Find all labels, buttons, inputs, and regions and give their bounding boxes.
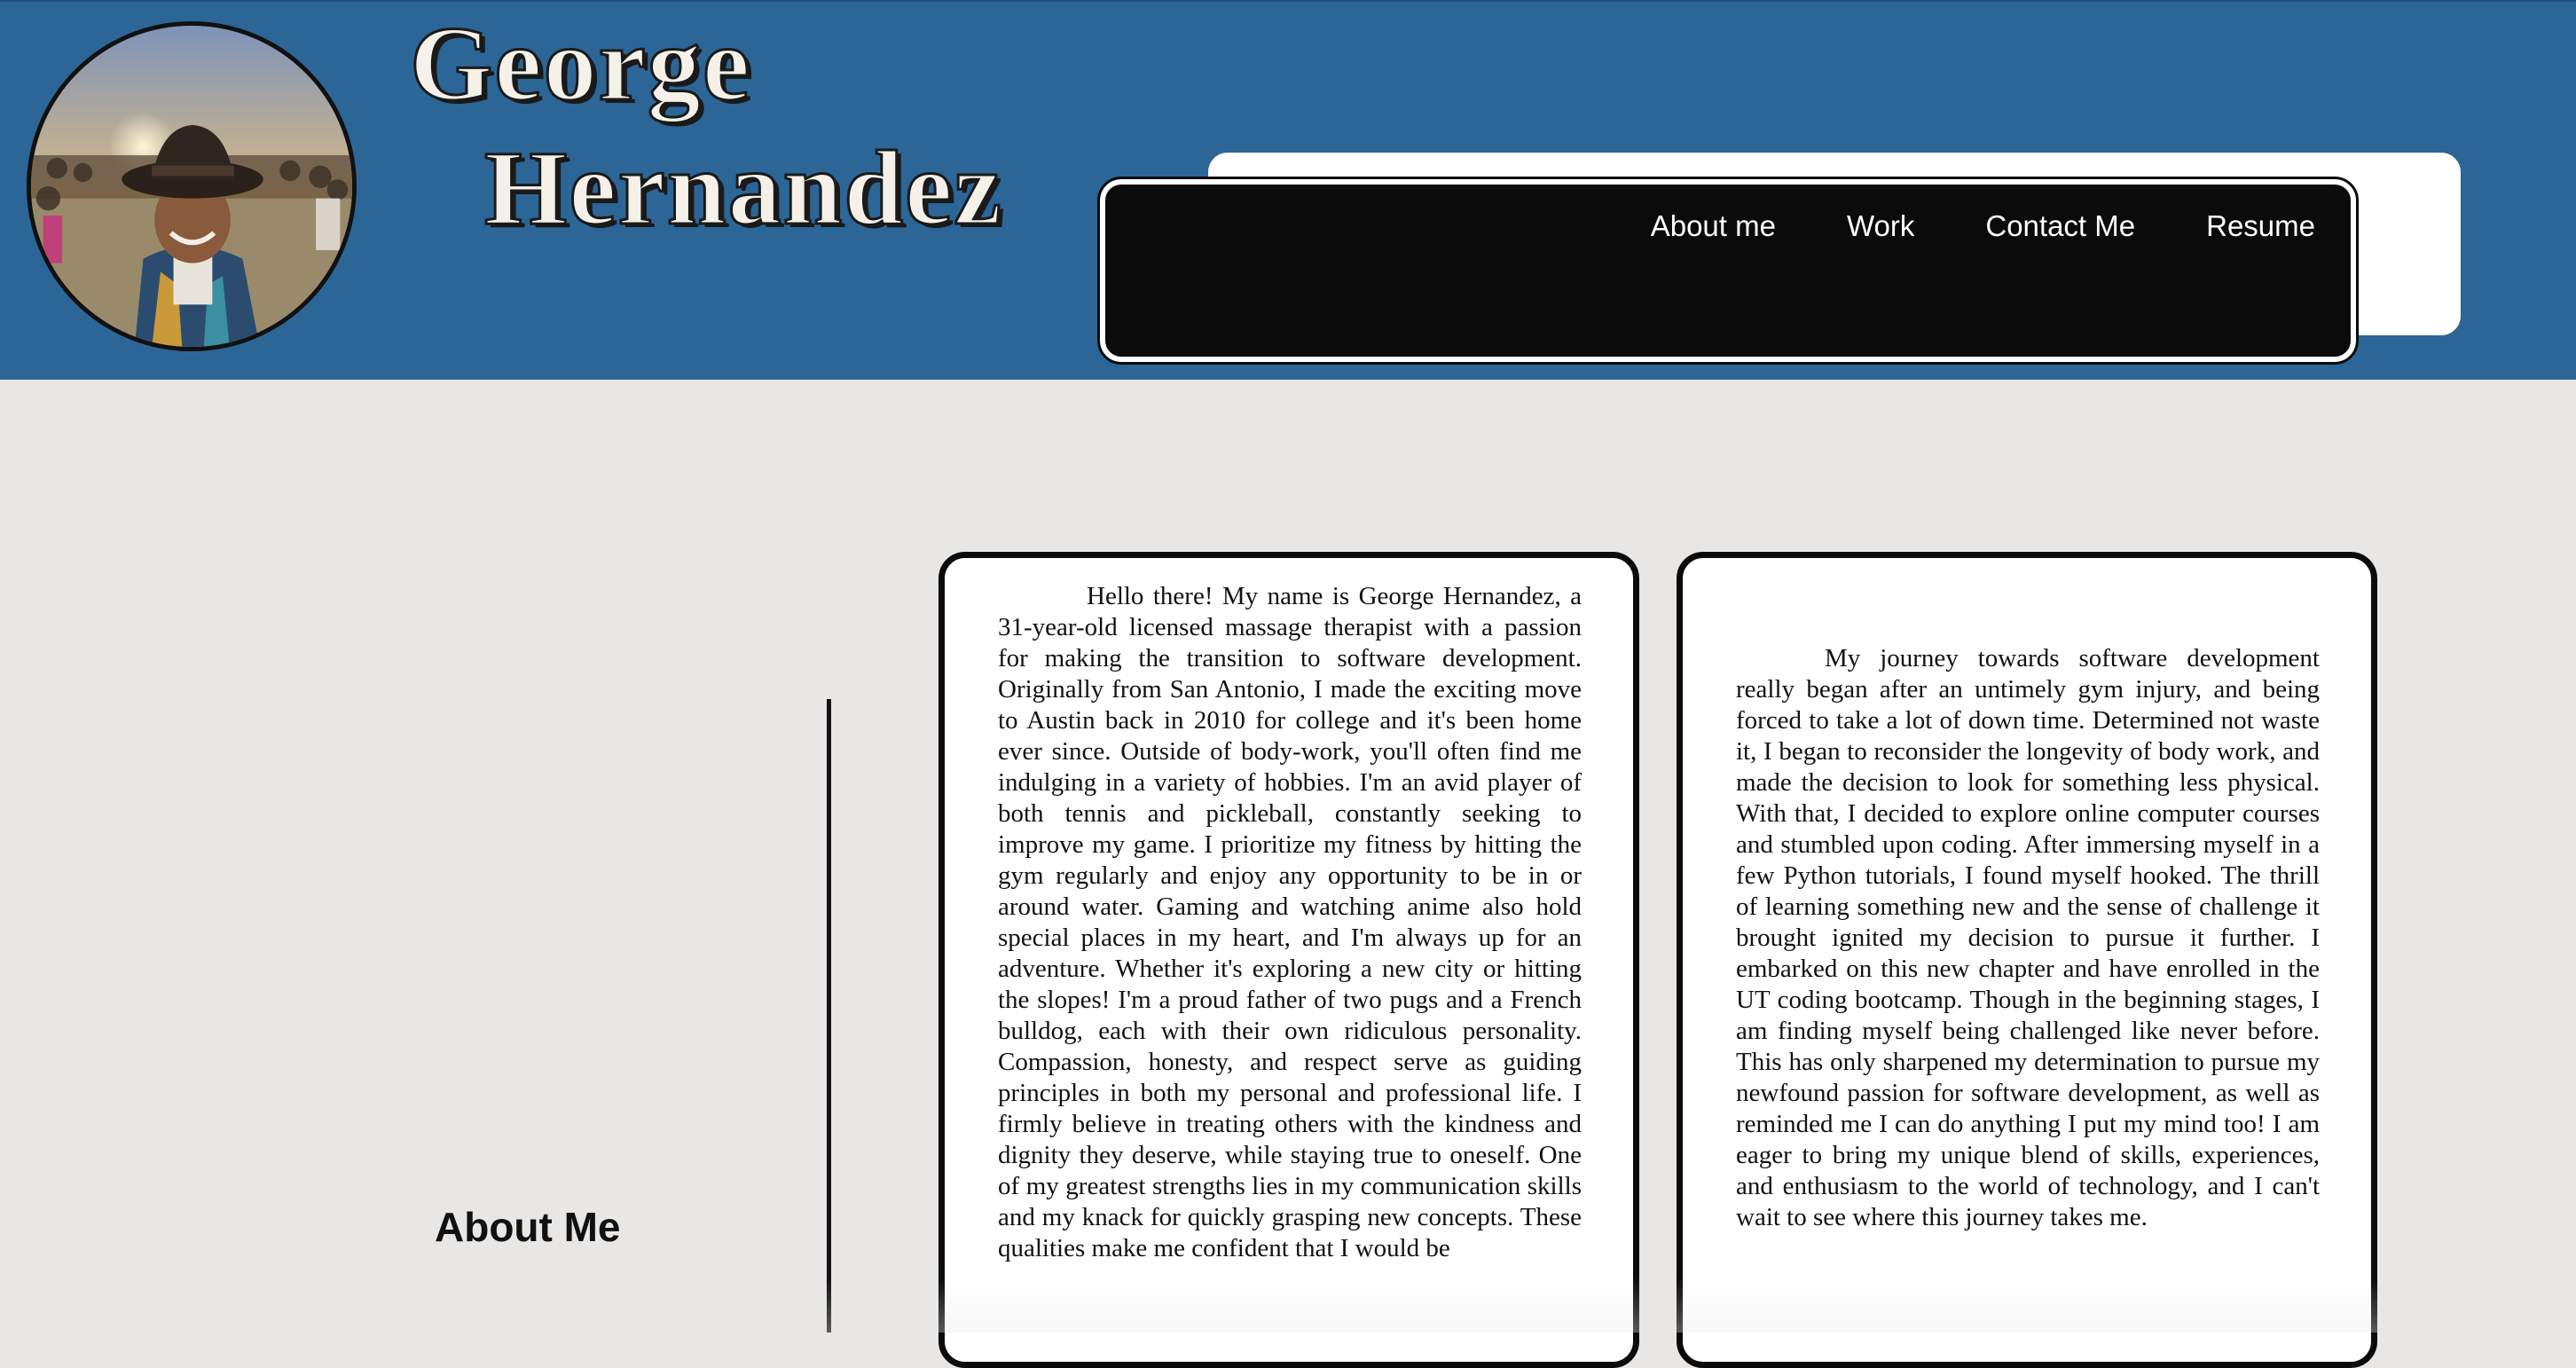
main-nav: About me Work Contact Me Resume — [1097, 177, 2359, 365]
profile-photo — [31, 26, 352, 347]
about-card-journey: My journey towards software development … — [1677, 552, 2377, 1368]
site-title: George Hernandez — [408, 2, 1003, 250]
site-header: George Hernandez About me Work Contact M… — [0, 0, 2576, 380]
title-last-name: Hernandez — [483, 128, 1003, 248]
nav-link-resume[interactable]: Resume — [2206, 209, 2315, 243]
about-heading: About Me — [435, 1204, 621, 1250]
section-divider — [827, 699, 831, 1333]
nav-link-about[interactable]: About me — [1651, 209, 1776, 243]
about-paragraph-intro: Hello there! My name is George Hernandez… — [998, 582, 1582, 1262]
profile-avatar — [27, 21, 357, 351]
nav-link-work[interactable]: Work — [1847, 209, 1914, 243]
about-card-intro: Hello there! My name is George Hernandez… — [939, 552, 1639, 1368]
about-paragraph-journey: My journey towards software development … — [1736, 644, 2320, 1231]
title-first-name: George — [408, 4, 752, 124]
nav-link-contact[interactable]: Contact Me — [1985, 209, 2135, 243]
nav-links: About me Work Contact Me Resume — [1651, 209, 2315, 243]
